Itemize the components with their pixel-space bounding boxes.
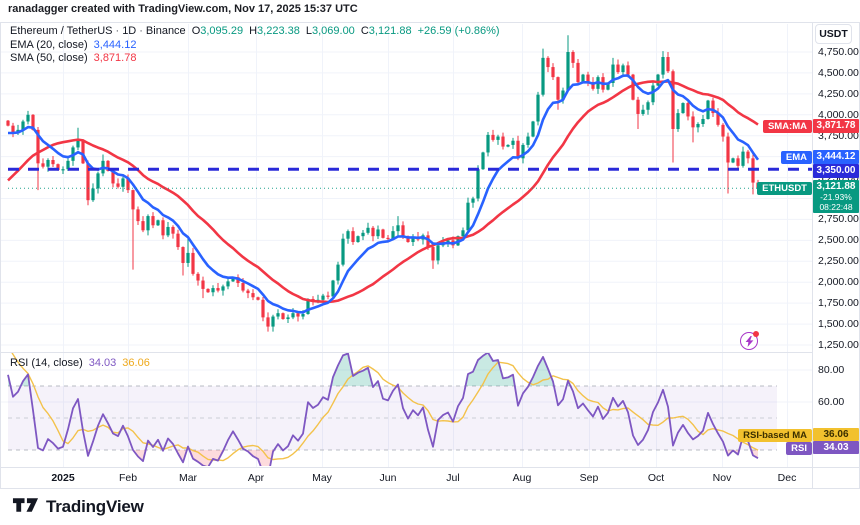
ohlc-value: 3,223.38 [257, 25, 300, 37]
sma-legend-row[interactable]: SMA (50, close) 3,871.78 [10, 52, 500, 66]
time-axis-label: Nov [700, 472, 744, 484]
price-tick-label: 2,500.00 [818, 234, 858, 246]
lightning-bolt-icon [745, 336, 754, 347]
symbol-title: Ethereum / TetherUS [10, 25, 113, 37]
attribution-text: ranadagger created with TradingView.com,… [8, 3, 358, 15]
change-value: +26.59 (+0.86%) [418, 25, 500, 37]
bar-countdown: 08:22:48 [813, 202, 859, 212]
ema-axis-pill: EMA [781, 151, 812, 164]
sma-label: SMA (50, close) [10, 52, 88, 64]
ohlc-key: C [361, 25, 369, 37]
rsi-axis-pill: RSI [786, 442, 812, 455]
rsi-value: 34.03 [89, 357, 117, 369]
time-axis-label: Mar [166, 472, 210, 484]
price-tick-label: 4,250.00 [818, 88, 858, 100]
time-axis-label: May [300, 472, 344, 484]
tradingview-logo[interactable]: TradingView [12, 496, 144, 517]
price-tick-label: 2,000.00 [818, 276, 858, 288]
time-axis-label: Feb [106, 472, 150, 484]
interval-label: 1D [122, 25, 136, 37]
tradingview-widget: ranadagger created with TradingView.com,… [0, 0, 860, 525]
price-tick-label: 2,250.00 [818, 255, 858, 267]
time-axis-label: Aug [500, 472, 544, 484]
notification-dot [753, 331, 759, 337]
chart-plot-area[interactable] [0, 0, 860, 525]
ohlc-key: H [249, 25, 257, 37]
symbol-legend-row[interactable]: Ethereum / TetherUS·1D·BinanceO3,095.29H… [10, 25, 500, 39]
sma-value: 3,871.78 [94, 52, 137, 64]
time-axis-label: Oct [634, 472, 678, 484]
last-price-axis-box: 3,121.88 -21.93% 08:22:48 [813, 180, 859, 213]
legend-separator: · [113, 25, 123, 37]
sma-axis-pill: SMA:MA [763, 120, 812, 133]
ohlc-value: 3,069.00 [312, 25, 355, 37]
rsi-ma-value: 36.06 [122, 357, 150, 369]
flash-alert-icon[interactable] [740, 332, 758, 350]
price-tick-label: 1,250.00 [818, 339, 858, 351]
time-axis-label: Sep [567, 472, 611, 484]
rsi-label: RSI (14, close) [10, 357, 83, 369]
ema-axis-value: 3,444.12 [813, 150, 859, 164]
price-tick-label: 1,750.00 [818, 297, 858, 309]
last-price-value: 3,121.88 [813, 181, 859, 192]
price-tick-label: 2,750.00 [818, 213, 858, 225]
rsi-legend-row[interactable]: RSI (14, close) 34.03 36.06 [10, 357, 150, 369]
time-axis-label: Jul [431, 472, 475, 484]
ohlc-key: O [192, 25, 201, 37]
rsi-axis-value: 34.03 [813, 441, 859, 454]
level-axis-value: 3,350.00 [813, 164, 859, 178]
rsi-tick-label: 80.00 [818, 364, 858, 376]
legend-separator: · [136, 25, 146, 37]
ema-legend-row[interactable]: EMA (20, close) 3,444.12 [10, 39, 500, 53]
currency-toggle-button[interactable]: USDT [815, 24, 852, 44]
exchange-label: Binance [146, 25, 186, 37]
brand-name: TradingView [46, 497, 144, 517]
price-tick-label: 1,500.00 [818, 318, 858, 330]
rsi-ma-axis-value: 36.06 [813, 428, 859, 441]
ohlc-value: 3,095.29 [200, 25, 243, 37]
time-axis-label: Jun [366, 472, 410, 484]
ema-label: EMA (20, close) [10, 39, 88, 51]
change-percent-value: -21.93% [813, 192, 859, 202]
symbol-axis-pill: ETHUSDT [757, 182, 812, 195]
rsi-tick-label: 60.00 [818, 396, 858, 408]
time-axis-label: 2025 [41, 472, 85, 484]
time-axis-label: Apr [234, 472, 278, 484]
time-axis-label: Dec [765, 472, 809, 484]
rsi-ma-axis-pill: RSI-based MA [738, 429, 812, 442]
sma-axis-value: 3,871.78 [813, 119, 859, 133]
price-tick-label: 4,500.00 [818, 67, 858, 79]
ohlc-values: O3,095.29H3,223.38L3,069.00C3,121.88 [186, 25, 412, 37]
price-tick-label: 4,750.00 [818, 46, 858, 58]
chart-legend: Ethereum / TetherUS·1D·BinanceO3,095.29H… [10, 25, 500, 66]
ema-value: 3,444.12 [94, 39, 137, 51]
ohlc-value: 3,121.88 [369, 25, 412, 37]
tradingview-logo-glyph [12, 496, 39, 517]
